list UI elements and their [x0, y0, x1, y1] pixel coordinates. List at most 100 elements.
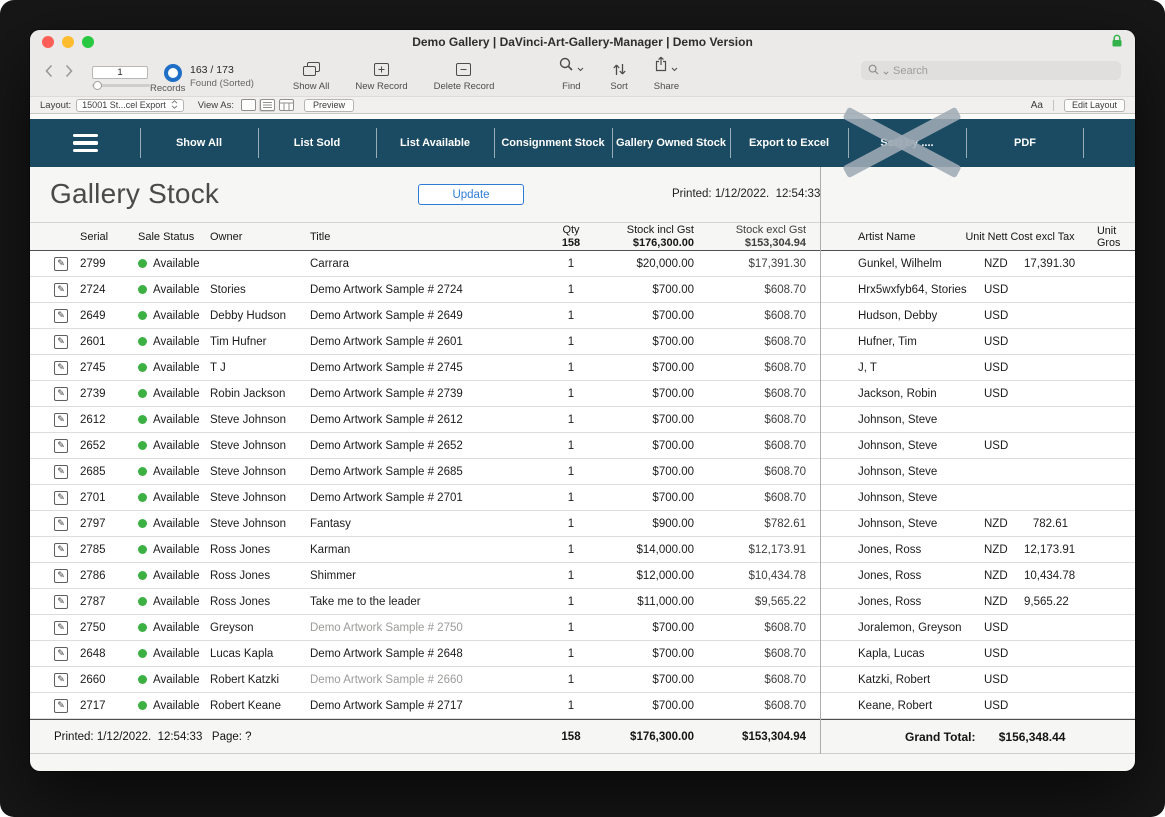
nav-item-gallery-owned-stock[interactable]: Gallery Owned Stock [612, 119, 730, 167]
list-view-button[interactable] [259, 99, 275, 112]
serial-cell[interactable]: 2648 [80, 648, 126, 660]
status-cell[interactable]: Available [126, 622, 198, 634]
stock-incl-cell[interactable]: $700.00 [588, 492, 694, 504]
serial-cell[interactable]: 2786 [80, 570, 126, 582]
status-cell[interactable]: Available [126, 258, 198, 270]
zoom-button[interactable] [82, 36, 94, 48]
qty-cell[interactable]: 1 [554, 518, 588, 530]
artist-cell[interactable]: Johnson, Steve [820, 466, 984, 478]
current-record-input[interactable] [92, 66, 148, 79]
artist-cell[interactable]: Gunkel, Wilhelm [820, 258, 984, 270]
artist-cell[interactable]: Keane, Robert [820, 700, 984, 712]
sort-button[interactable]: Sort [610, 53, 627, 96]
record-slider-track[interactable] [92, 84, 150, 87]
artist-cell[interactable]: Jones, Ross [820, 596, 984, 608]
stock-incl-cell[interactable]: $700.00 [588, 622, 694, 634]
stock-excl-cell[interactable]: $608.70 [694, 362, 806, 374]
menu-button[interactable] [30, 119, 140, 167]
status-cell[interactable]: Available [126, 700, 198, 712]
qty-cell[interactable]: 1 [554, 596, 588, 608]
artist-cell[interactable]: Kapla, Lucas [820, 648, 984, 660]
stock-incl-cell[interactable]: $700.00 [588, 362, 694, 374]
search-input[interactable] [893, 65, 1114, 77]
artist-cell[interactable]: Johnson, Steve [820, 518, 984, 530]
status-cell[interactable]: Available [126, 492, 198, 504]
artist-cell[interactable]: Hudson, Debby [820, 310, 984, 322]
artist-cell[interactable]: Johnson, Steve [820, 440, 984, 452]
edit-record-icon[interactable] [54, 595, 68, 609]
stock-incl-cell[interactable]: $700.00 [588, 336, 694, 348]
artist-cell[interactable]: Johnson, Steve [820, 492, 984, 504]
owner-cell[interactable]: Steve Johnson [198, 440, 294, 452]
status-cell[interactable]: Available [126, 674, 198, 686]
artist-cell[interactable]: Jones, Ross [820, 544, 984, 556]
status-cell[interactable]: Available [126, 388, 198, 400]
status-cell[interactable]: Available [126, 414, 198, 426]
artist-cell[interactable]: Jones, Ross [820, 570, 984, 582]
unit-cost-cell[interactable]: 9,565.22 [1024, 596, 1068, 608]
stock-excl-cell[interactable]: $608.70 [694, 310, 806, 322]
status-cell[interactable]: Available [126, 284, 198, 296]
edit-record-icon[interactable] [54, 335, 68, 349]
currency-cell[interactable]: NZD [984, 258, 1024, 270]
status-cell[interactable]: Available [126, 648, 198, 660]
title-cell[interactable]: Shimmer [294, 570, 554, 582]
artist-cell[interactable]: Hufner, Tim [820, 336, 984, 348]
edit-record-icon[interactable] [54, 517, 68, 531]
qty-cell[interactable]: 1 [554, 362, 588, 374]
serial-cell[interactable]: 2660 [80, 674, 126, 686]
serial-cell[interactable]: 2797 [80, 518, 126, 530]
edit-record-icon[interactable] [54, 309, 68, 323]
find-button[interactable]: Find [558, 53, 584, 96]
artist-cell[interactable]: Johnson, Steve [820, 414, 984, 426]
stock-incl-cell[interactable]: $12,000.00 [588, 570, 694, 582]
currency-cell[interactable]: USD [984, 648, 1024, 660]
stock-incl-cell[interactable]: $700.00 [588, 648, 694, 660]
qty-cell[interactable]: 1 [554, 388, 588, 400]
stock-incl-cell[interactable]: $700.00 [588, 700, 694, 712]
currency-cell[interactable]: NZD [984, 544, 1024, 556]
title-cell[interactable]: Demo Artwork Sample # 2745 [294, 362, 554, 374]
unit-cost-cell[interactable]: 782.61 [1024, 518, 1068, 530]
stock-incl-cell[interactable]: $14,000.00 [588, 544, 694, 556]
owner-cell[interactable]: Ross Jones [198, 544, 294, 556]
stock-incl-cell[interactable]: $700.00 [588, 414, 694, 426]
title-cell[interactable]: Demo Artwork Sample # 2739 [294, 388, 554, 400]
serial-cell[interactable]: 2745 [80, 362, 126, 374]
owner-cell[interactable]: Tim Hufner [198, 336, 294, 348]
serial-cell[interactable]: 2701 [80, 492, 126, 504]
stock-incl-cell[interactable]: $700.00 [588, 284, 694, 296]
stock-excl-cell[interactable]: $9,565.22 [694, 596, 806, 608]
search-box[interactable] [861, 61, 1121, 80]
stock-excl-cell[interactable]: $608.70 [694, 700, 806, 712]
layout-selector[interactable]: 15001 St...cel Export [76, 99, 184, 112]
edit-record-icon[interactable] [54, 569, 68, 583]
stock-excl-cell[interactable]: $608.70 [694, 284, 806, 296]
serial-cell[interactable]: 2652 [80, 440, 126, 452]
status-cell[interactable]: Available [126, 336, 198, 348]
stock-excl-cell[interactable]: $608.70 [694, 336, 806, 348]
owner-cell[interactable]: Stories [198, 284, 294, 296]
edit-layout-button[interactable]: Edit Layout [1064, 99, 1125, 112]
stock-excl-cell[interactable]: $608.70 [694, 414, 806, 426]
show-all-button[interactable]: Show All [293, 53, 329, 96]
owner-cell[interactable]: Ross Jones [198, 570, 294, 582]
find-chevron-down-icon[interactable] [577, 59, 584, 77]
title-cell[interactable]: Demo Artwork Sample # 2724 [294, 284, 554, 296]
new-record-button[interactable]: New Record [355, 53, 407, 96]
share-chevron-down-icon[interactable] [671, 59, 678, 77]
edit-record-icon[interactable] [54, 413, 68, 427]
stock-incl-cell[interactable]: $700.00 [588, 310, 694, 322]
qty-cell[interactable]: 1 [554, 284, 588, 296]
serial-cell[interactable]: 2685 [80, 466, 126, 478]
artist-cell[interactable]: Hrx5wxfyb64, Stories [820, 284, 984, 296]
stock-excl-cell[interactable]: $12,173.91 [694, 544, 806, 556]
unit-cost-cell[interactable]: 17,391.30 [1024, 258, 1068, 270]
owner-cell[interactable]: Steve Johnson [198, 492, 294, 504]
update-button[interactable]: Update [418, 184, 524, 205]
serial-cell[interactable]: 2601 [80, 336, 126, 348]
currency-cell[interactable]: NZD [984, 570, 1024, 582]
stock-incl-cell[interactable]: $900.00 [588, 518, 694, 530]
stock-excl-cell[interactable]: $608.70 [694, 622, 806, 634]
owner-cell[interactable]: Ross Jones [198, 596, 294, 608]
